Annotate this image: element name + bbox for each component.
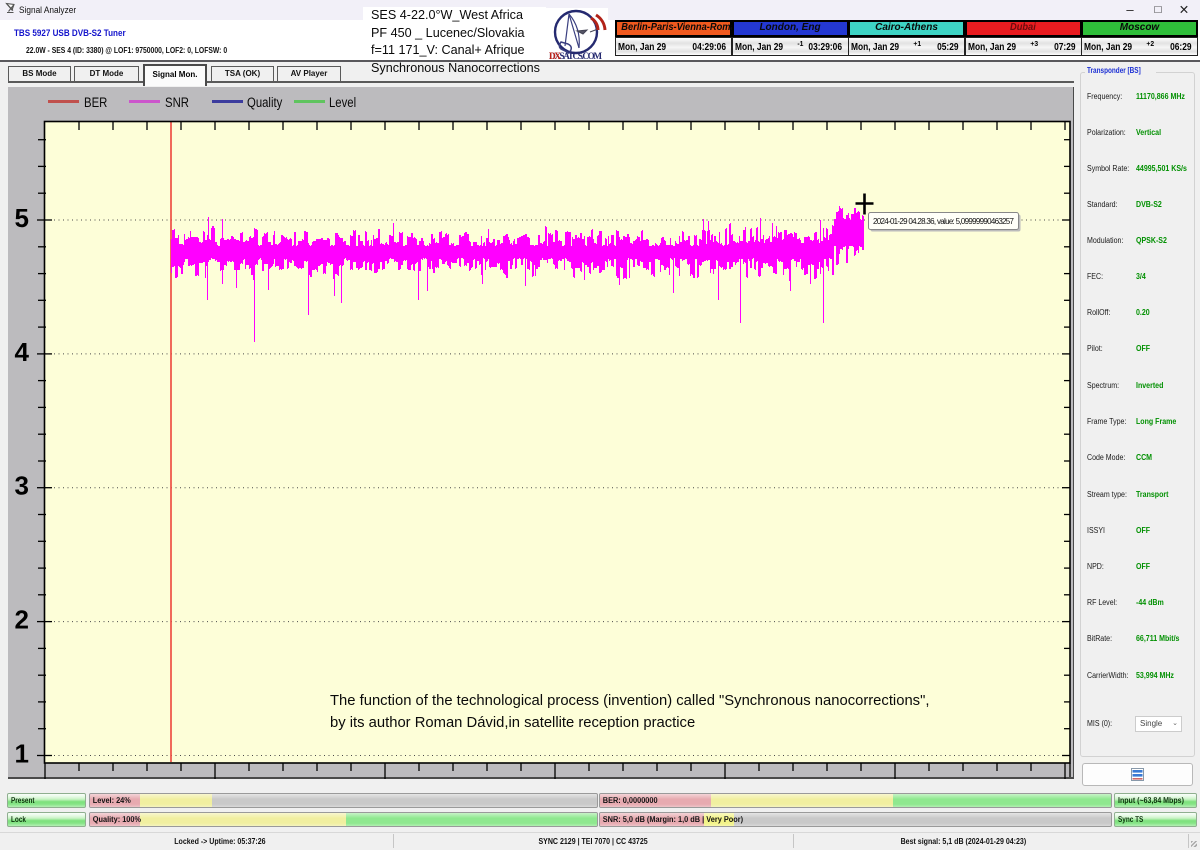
svg-text:2: 2: [15, 605, 29, 635]
svg-text:4: 4: [15, 337, 30, 367]
svg-text:The function of the technologi: The function of the technological proces…: [330, 693, 929, 709]
svg-text:2024-01-29 04.28.36, value: 5,: 2024-01-29 04.28.36, value: 5,0999999046…: [873, 217, 1015, 226]
svg-text:by its author Roman Dávid,in s: by its author Roman Dávid,in satellite r…: [330, 715, 695, 731]
svg-text:1: 1: [15, 739, 29, 769]
svg-text:3: 3: [15, 471, 29, 501]
svg-text:5: 5: [15, 203, 29, 233]
svg-text:DX: DX: [549, 51, 561, 60]
